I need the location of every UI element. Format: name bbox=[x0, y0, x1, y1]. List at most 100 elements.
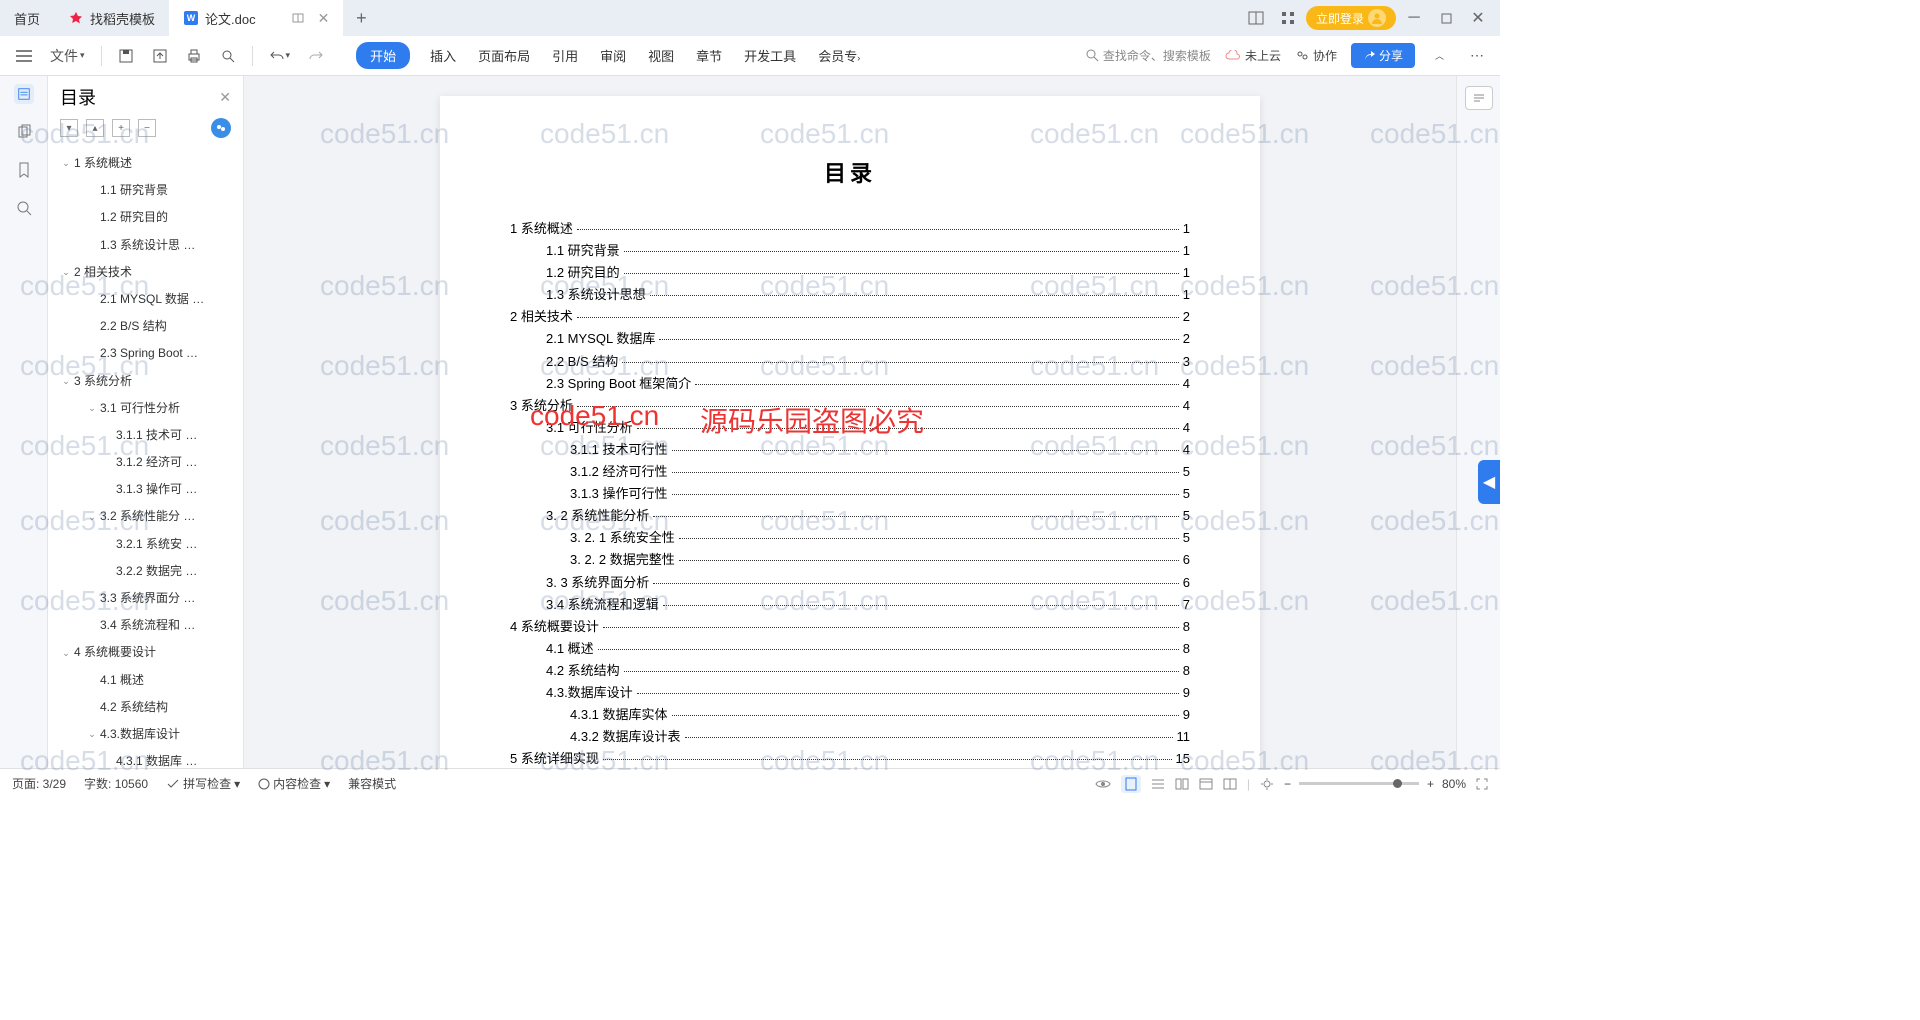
cloud-status[interactable]: 未上云 bbox=[1225, 47, 1281, 64]
view-page-icon[interactable] bbox=[1121, 775, 1141, 793]
nav-list[interactable]: ⌄1 系统概述1.1 研究背景1.2 研究目的1.3 系统设计思 …⌄2 相关技… bbox=[48, 146, 243, 768]
toc-line: 1.2 研究目的1 bbox=[510, 262, 1190, 284]
toc-line: 2 相关技术2 bbox=[510, 306, 1190, 328]
export-icon[interactable] bbox=[146, 44, 174, 68]
nav-item[interactable]: 1.1 研究背景 bbox=[48, 177, 243, 204]
nav-item[interactable]: 3.3 系统界面分 … bbox=[48, 585, 243, 612]
page-indicator[interactable]: 页面: 3/29 bbox=[12, 775, 66, 792]
apps-icon[interactable] bbox=[1274, 4, 1302, 32]
zoom-value[interactable]: 80% bbox=[1442, 777, 1466, 791]
close-icon[interactable]: ✕ bbox=[318, 10, 330, 27]
toc-line: 4.3.数据库设计9 bbox=[510, 682, 1190, 704]
nav-item[interactable]: 3.2.1 系统安 … bbox=[48, 531, 243, 558]
tab-document[interactable]: W 论文.doc ✕ bbox=[169, 0, 343, 36]
nav-item[interactable]: ⌄3 系统分析 bbox=[48, 368, 243, 395]
collapse-icon[interactable]: ▾ bbox=[60, 119, 78, 137]
collapse-ribbon-icon[interactable]: ︿ bbox=[1429, 45, 1450, 66]
coop-button[interactable]: 协作 bbox=[1295, 47, 1337, 64]
tab-bar: 首页 找稻壳模板 W 论文.doc ✕ + 立即登录 ─ ✕ bbox=[0, 0, 1500, 36]
nav-item[interactable]: 4.1 概述 bbox=[48, 667, 243, 694]
zoom-slider[interactable] bbox=[1299, 782, 1419, 785]
copy-icon[interactable] bbox=[14, 122, 34, 142]
nav-item[interactable]: 3.1.3 操作可 … bbox=[48, 476, 243, 503]
view-outline-icon[interactable] bbox=[1151, 778, 1165, 790]
zoom-control[interactable]: − + 80% bbox=[1284, 777, 1466, 791]
search-input[interactable]: 查找命令、搜索模板 bbox=[1086, 47, 1211, 64]
ribbon-member[interactable]: 会员专› bbox=[816, 42, 862, 69]
toc-line: 3.4 系统流程和逻辑7 bbox=[510, 594, 1190, 616]
nav-item[interactable]: 3.1.2 经济可 … bbox=[48, 449, 243, 476]
nav-tools: ▾ ▴ + − bbox=[48, 118, 243, 146]
toc-line: 3. 2. 1 系统安全性5 bbox=[510, 527, 1190, 549]
nav-item[interactable]: 2.3 Spring Boot … bbox=[48, 340, 243, 367]
menu-icon[interactable] bbox=[10, 46, 38, 66]
view-web-icon[interactable] bbox=[1199, 778, 1213, 790]
nav-item[interactable]: ⌄2 相关技术 bbox=[48, 259, 243, 286]
nav-item[interactable]: 4.3.1 数据库 … bbox=[48, 748, 243, 768]
nav-item[interactable]: 3.2.2 数据完 … bbox=[48, 558, 243, 585]
share-button[interactable]: 分享 bbox=[1351, 43, 1415, 68]
avatar-icon bbox=[1368, 9, 1386, 27]
tab-home[interactable]: 首页 bbox=[0, 0, 54, 36]
settings-icon[interactable] bbox=[1260, 777, 1274, 791]
nav-item[interactable]: 2.1 MYSQL 数据 … bbox=[48, 286, 243, 313]
nav-item[interactable]: ⌄1 系统概述 bbox=[48, 150, 243, 177]
add-icon[interactable]: + bbox=[112, 119, 130, 137]
spellcheck-button[interactable]: 拼写检查 ▾ bbox=[166, 775, 240, 792]
ribbon-review[interactable]: 审阅 bbox=[598, 42, 628, 69]
ribbon-layout[interactable]: 页面布局 bbox=[476, 42, 532, 69]
minimize-icon[interactable]: ─ bbox=[1400, 4, 1428, 32]
nav-item[interactable]: ⌄4 系统概要设计 bbox=[48, 639, 243, 666]
side-drawer-icon[interactable]: ◀ bbox=[1478, 460, 1500, 504]
expand-icon[interactable]: ▴ bbox=[86, 119, 104, 137]
ribbon-ref[interactable]: 引用 bbox=[550, 42, 580, 69]
preview-icon[interactable] bbox=[214, 44, 242, 68]
ribbon-view[interactable]: 视图 bbox=[646, 42, 676, 69]
new-tab-button[interactable]: + bbox=[343, 8, 379, 29]
search-icon[interactable] bbox=[14, 198, 34, 218]
panel-toggle-icon[interactable] bbox=[1465, 86, 1493, 110]
toc-line: 4.3.1 数据库实体9 bbox=[510, 704, 1190, 726]
bookmark-icon[interactable] bbox=[14, 160, 34, 180]
close-window-icon[interactable]: ✕ bbox=[1464, 4, 1492, 32]
nav-item[interactable]: ⌄3.1 可行性分析 bbox=[48, 395, 243, 422]
nav-item[interactable]: 2.2 B/S 结构 bbox=[48, 313, 243, 340]
file-menu[interactable]: 文件 ▾ bbox=[44, 42, 91, 70]
document-area[interactable]: 目录 1 系统概述11.1 研究背景11.2 研究目的11.3 系统设计思想12… bbox=[244, 76, 1456, 768]
print-icon[interactable] bbox=[180, 44, 208, 68]
content-check-button[interactable]: 内容检查 ▾ bbox=[258, 775, 330, 792]
nav-item[interactable]: ⌄3.2 系统性能分 … bbox=[48, 503, 243, 530]
nav-item[interactable]: 3.1.1 技术可 … bbox=[48, 422, 243, 449]
ribbon-section[interactable]: 章节 bbox=[694, 42, 724, 69]
nav-item[interactable]: ⌄4.3.数据库设计 bbox=[48, 721, 243, 748]
tab-template[interactable]: 找稻壳模板 bbox=[54, 0, 169, 36]
save-icon[interactable] bbox=[112, 44, 140, 68]
split-icon[interactable] bbox=[290, 10, 306, 26]
zoom-in-icon[interactable]: + bbox=[1427, 777, 1434, 791]
nav-item[interactable]: 1.3 系统设计思 … bbox=[48, 232, 243, 259]
layout-icon[interactable] bbox=[1242, 4, 1270, 32]
nav-item[interactable]: 3.4 系统流程和 … bbox=[48, 612, 243, 639]
word-count[interactable]: 字数: 10560 bbox=[84, 775, 148, 792]
nav-close-icon[interactable]: ✕ bbox=[219, 89, 231, 106]
nav-item[interactable]: 4.2 系统结构 bbox=[48, 694, 243, 721]
left-sidebar bbox=[0, 76, 48, 768]
fullscreen-icon[interactable] bbox=[1476, 778, 1488, 790]
ribbon-insert[interactable]: 插入 bbox=[428, 42, 458, 69]
ribbon-start[interactable]: 开始 bbox=[356, 42, 410, 69]
outline-icon[interactable] bbox=[14, 84, 34, 104]
view-split-icon[interactable] bbox=[1223, 778, 1237, 790]
redo-icon[interactable] bbox=[302, 45, 330, 67]
maximize-icon[interactable] bbox=[1432, 4, 1460, 32]
remove-icon[interactable]: − bbox=[138, 119, 156, 137]
view-read-icon[interactable] bbox=[1175, 778, 1189, 790]
ribbon-dev[interactable]: 开发工具 bbox=[742, 42, 798, 69]
zoom-out-icon[interactable]: − bbox=[1284, 777, 1291, 791]
nav-item[interactable]: 1.2 研究目的 bbox=[48, 204, 243, 231]
undo-icon[interactable]: ▾ bbox=[263, 45, 297, 67]
toc-line: 5 系统详细实现15 bbox=[510, 748, 1190, 768]
login-button[interactable]: 立即登录 bbox=[1306, 6, 1396, 30]
help-icon[interactable] bbox=[211, 118, 231, 138]
more-icon[interactable]: ⋯ bbox=[1464, 43, 1490, 68]
eye-icon[interactable] bbox=[1095, 779, 1111, 789]
